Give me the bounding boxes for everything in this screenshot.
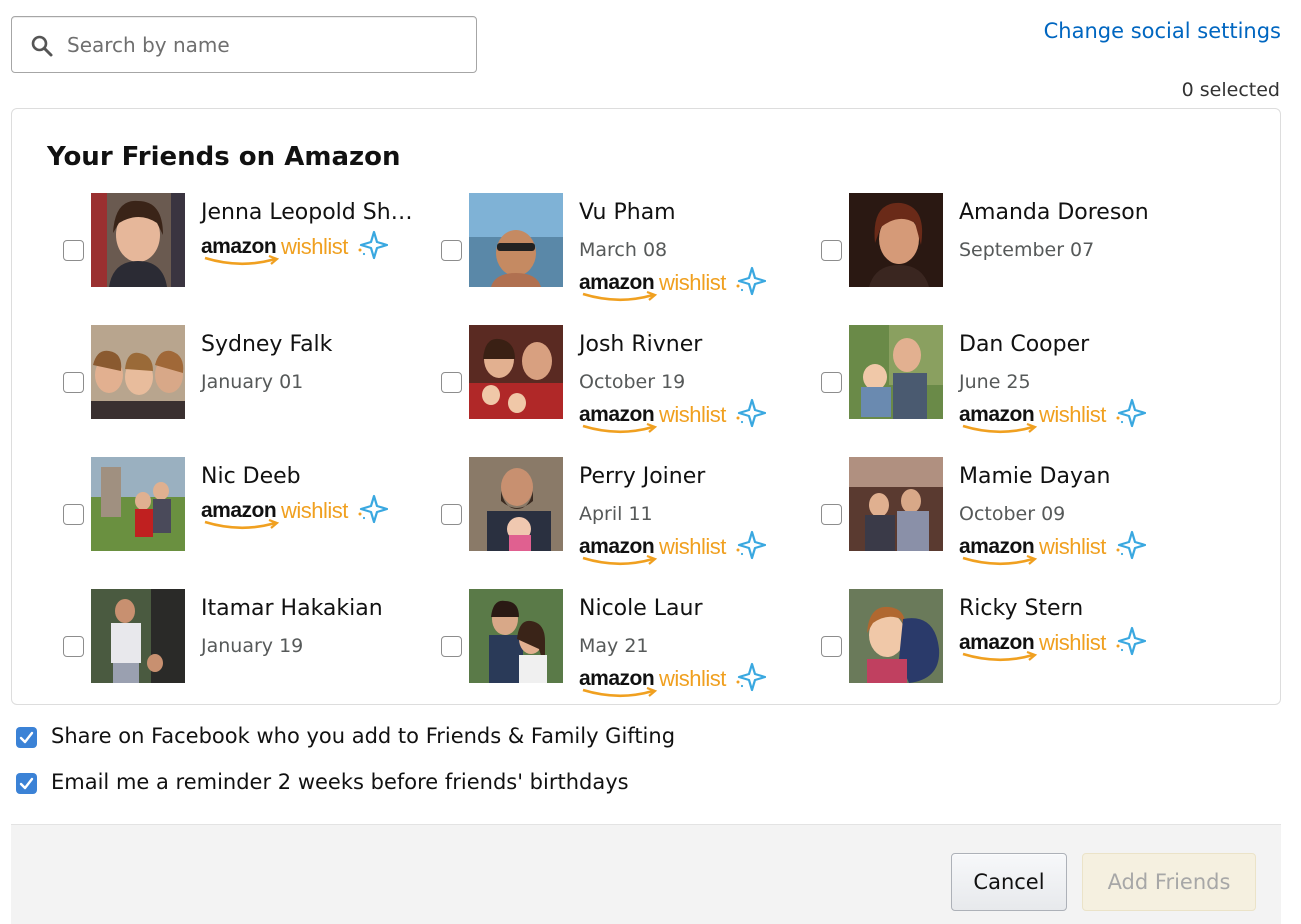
friend-photo	[91, 589, 185, 683]
friend-photo	[469, 457, 563, 551]
sparkle-icon	[736, 266, 766, 296]
friend-item: Nicole Laur May 21 amazon wishlist	[441, 589, 811, 699]
email-reminder-checkbox[interactable]	[16, 773, 37, 794]
friend-item: Perry Joiner April 11 amazon wishlist	[441, 457, 811, 567]
share-on-facebook-checkbox[interactable]	[16, 727, 37, 748]
amazon-wishlist-logo: amazon wishlist	[579, 266, 769, 303]
friend-item: Itamar Hakakian January 19	[63, 589, 433, 699]
friend-name: Josh Rivner	[579, 332, 703, 357]
friend-photo	[469, 589, 563, 683]
search-field[interactable]	[11, 16, 477, 73]
search-icon	[31, 35, 53, 57]
amazon-wishlist-logo: amazon wishlist	[579, 398, 769, 435]
friend-item: Vu Pham March 08 amazon wishlist	[441, 193, 811, 303]
friend-birthday: March 08	[579, 239, 668, 261]
friend-checkbox[interactable]	[63, 240, 84, 261]
friend-item: Dan Cooper June 25 amazon wishlist	[821, 325, 1191, 435]
friend-checkbox[interactable]	[441, 636, 462, 657]
amazon-wishlist-logo: amazon wishlist	[579, 530, 769, 567]
friend-photo	[469, 193, 563, 287]
amazon-wishlist-logo: amazon wishlist	[959, 398, 1149, 435]
friend-photo	[849, 193, 943, 287]
friend-name: Amanda Doreson	[959, 200, 1149, 225]
friend-checkbox[interactable]	[821, 372, 842, 393]
friend-name: Sydney Falk	[201, 332, 333, 357]
friend-checkbox[interactable]	[63, 636, 84, 657]
friend-name: Nicole Laur	[579, 596, 703, 621]
cancel-button[interactable]: Cancel	[951, 853, 1067, 911]
friend-checkbox[interactable]	[441, 240, 462, 261]
friend-item: Nic Deeb amazon wishlist	[63, 457, 433, 567]
sparkle-icon	[736, 530, 766, 560]
friend-photo	[849, 589, 943, 683]
friends-panel: Your Friends on Amazon Jenna Leopold Sh……	[11, 108, 1281, 705]
sparkle-icon	[1116, 398, 1146, 428]
friend-birthday: January 01	[201, 371, 304, 393]
friend-birthday: May 21	[579, 635, 649, 657]
friend-name: Itamar Hakakian	[201, 596, 383, 621]
friend-birthday: October 09	[959, 503, 1066, 525]
friend-birthday: September 07	[959, 239, 1095, 261]
friend-photo	[91, 325, 185, 419]
checkmark-icon	[19, 777, 34, 790]
friend-name: Ricky Stern	[959, 596, 1084, 621]
email-reminder-label: Email me a reminder 2 weeks before frien…	[51, 770, 629, 794]
selected-count: 0 selected	[1181, 79, 1280, 101]
add-friends-button[interactable]: Add Friends	[1082, 853, 1256, 911]
friend-checkbox[interactable]	[821, 636, 842, 657]
amazon-wishlist-logo: amazon wishlist	[579, 662, 769, 699]
panel-title: Your Friends on Amazon	[47, 142, 401, 172]
friend-birthday: April 11	[579, 503, 653, 525]
friend-photo	[91, 457, 185, 551]
friend-photo	[849, 457, 943, 551]
friend-item: Josh Rivner October 19 amazon wishlist	[441, 325, 811, 435]
friend-name: Jenna Leopold Sh…	[201, 200, 413, 225]
friend-checkbox[interactable]	[63, 504, 84, 525]
friend-name: Perry Joiner	[579, 464, 706, 489]
friend-checkbox[interactable]	[441, 504, 462, 525]
change-social-settings-link[interactable]: Change social settings	[1044, 19, 1281, 43]
dialog-footer: Cancel Add Friends	[11, 824, 1281, 924]
amazon-wishlist-logo: amazon wishlist	[959, 626, 1149, 663]
sparkle-icon	[1116, 530, 1146, 560]
friend-checkbox[interactable]	[821, 504, 842, 525]
friend-birthday: January 19	[201, 635, 304, 657]
friend-birthday: June 25	[959, 371, 1031, 393]
friend-item: Jenna Leopold Sh… amazon wishlist	[63, 193, 433, 303]
sparkle-icon	[736, 662, 766, 692]
friend-item: Amanda Doreson September 07	[821, 193, 1191, 303]
friend-name: Vu Pham	[579, 200, 676, 225]
friend-item: Sydney Falk January 01	[63, 325, 433, 435]
sparkle-icon	[358, 230, 388, 260]
friend-item: Ricky Stern amazon wishlist	[821, 589, 1191, 699]
friend-birthday: October 19	[579, 371, 686, 393]
friend-checkbox[interactable]	[63, 372, 84, 393]
sparkle-icon	[1116, 626, 1146, 656]
friend-name: Nic Deeb	[201, 464, 301, 489]
friend-name: Mamie Dayan	[959, 464, 1111, 489]
friend-photo	[469, 325, 563, 419]
checkmark-icon	[19, 731, 34, 744]
amazon-wishlist-logo: amazon wishlist	[201, 230, 391, 267]
amazon-wishlist-logo: amazon wishlist	[201, 494, 391, 531]
sparkle-icon	[736, 398, 766, 428]
amazon-wishlist-logo: amazon wishlist	[959, 530, 1149, 567]
sparkle-icon	[358, 494, 388, 524]
friend-checkbox[interactable]	[441, 372, 462, 393]
friend-photo	[849, 325, 943, 419]
friend-checkbox[interactable]	[821, 240, 842, 261]
friend-name: Dan Cooper	[959, 332, 1090, 357]
search-input[interactable]	[67, 29, 467, 61]
friend-item: Mamie Dayan October 09 amazon wishlist	[821, 457, 1191, 567]
friend-photo	[91, 193, 185, 287]
share-on-facebook-label: Share on Facebook who you add to Friends…	[51, 724, 676, 748]
